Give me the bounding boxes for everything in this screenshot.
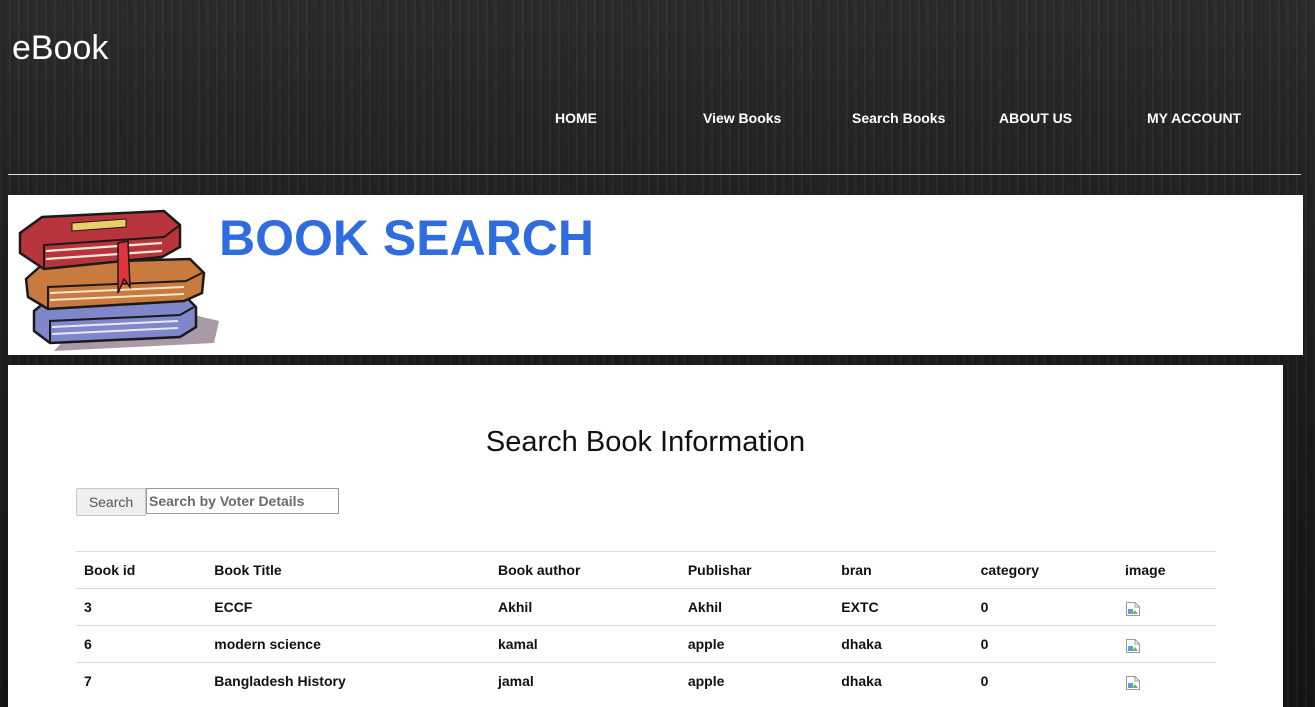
- panel-title: Search Book Information: [485, 426, 806, 458]
- col-header-bran: bran: [833, 551, 973, 589]
- cell-image: [1117, 588, 1216, 626]
- search-input[interactable]: [146, 488, 339, 514]
- table-row: 3 ECCF Akhil Akhil EXTC 0: [76, 588, 1216, 626]
- cell-book-id: 6: [76, 625, 207, 663]
- site-logo-text: eBook: [12, 29, 109, 67]
- main-nav: HOME View Books Search Books ABOUT US MY…: [0, 109, 1315, 129]
- table-row: 7 Bangladesh History jamal apple dhaka 0: [76, 662, 1216, 699]
- cell-publisher: Akhil: [679, 588, 834, 626]
- nav-about-us[interactable]: ABOUT US: [999, 109, 1072, 127]
- table-row: 6 modern science kamal apple dhaka 0: [76, 625, 1216, 663]
- cell-bran: dhaka: [833, 662, 973, 699]
- search-panel: Search Book Information Search Book id B…: [8, 365, 1283, 707]
- banner-title: BOOK SEARCH: [219, 210, 595, 266]
- col-header-book-title: Book Title: [206, 551, 490, 589]
- col-header-category: category: [972, 551, 1118, 589]
- col-header-book-id: Book id: [76, 551, 207, 589]
- cell-bran: EXTC: [833, 588, 973, 626]
- books-stack-icon: [18, 209, 219, 351]
- cell-publisher: apple: [679, 625, 834, 663]
- col-header-image: image: [1117, 551, 1216, 589]
- broken-image-icon: [1126, 601, 1141, 616]
- cell-book-title: ECCF: [206, 588, 490, 626]
- cell-book-title: modern science: [206, 625, 490, 663]
- broken-image-icon: [1126, 638, 1141, 653]
- cell-bran: dhaka: [833, 625, 973, 663]
- cell-book-author: Akhil: [489, 588, 680, 626]
- table-header-row: Book id Book Title Book author Publishar…: [76, 551, 1216, 589]
- col-header-book-author: Book author: [489, 551, 680, 589]
- page-banner: BOOK SEARCH: [8, 195, 1303, 355]
- cell-image: [1117, 625, 1216, 663]
- header-divider: [8, 174, 1301, 175]
- cell-book-id: 7: [76, 662, 207, 699]
- cell-book-id: 3: [76, 588, 207, 626]
- cell-publisher: apple: [679, 662, 834, 699]
- search-button[interactable]: Search: [76, 488, 146, 516]
- cell-category: 0: [972, 625, 1118, 663]
- cell-book-author: jamal: [489, 662, 680, 699]
- cell-image: [1117, 662, 1216, 699]
- books-table: Book id Book Title Book author Publishar…: [76, 551, 1216, 699]
- nav-search-books[interactable]: Search Books: [852, 109, 945, 127]
- col-header-publisher: Publishar: [679, 551, 834, 589]
- cell-category: 0: [972, 662, 1118, 699]
- cell-book-author: kamal: [489, 625, 680, 663]
- nav-my-account[interactable]: MY ACCOUNT: [1147, 109, 1241, 127]
- broken-image-icon: [1126, 675, 1141, 690]
- cell-category: 0: [972, 588, 1118, 626]
- cell-book-title: Bangladesh History: [206, 662, 490, 699]
- nav-view-books[interactable]: View Books: [703, 109, 781, 127]
- nav-home[interactable]: HOME: [555, 109, 597, 127]
